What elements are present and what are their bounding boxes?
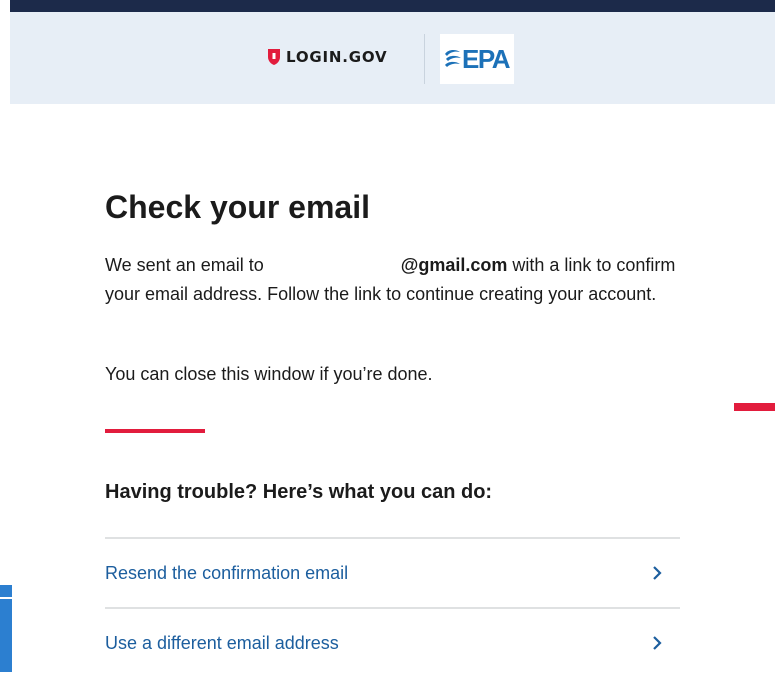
epa-flower-icon <box>445 49 461 67</box>
left-edge-window-divider <box>0 597 12 599</box>
shield-icon <box>268 49 280 65</box>
logo-divider <box>424 34 425 84</box>
epa-logo[interactable]: EPA <box>440 34 514 84</box>
epa-logo-text: EPA <box>462 44 511 74</box>
chevron-right-icon <box>653 566 662 580</box>
site-header <box>10 12 775 104</box>
side-accent-mark <box>734 403 775 411</box>
intro-prefix: We sent an email to <box>105 255 264 275</box>
redacted-email-user <box>269 270 401 271</box>
email-domain: @gmail.com <box>400 255 508 275</box>
accent-divider <box>105 429 205 433</box>
intro-text: We sent an email to @gmail.com with a li… <box>105 251 685 309</box>
option-label: Use a different email address <box>105 633 339 653</box>
chevron-right-icon <box>653 636 662 650</box>
trouble-heading: Having trouble? Here’s what you can do: <box>105 481 493 503</box>
resend-confirmation-link[interactable]: Resend the confirmation email <box>105 537 680 607</box>
login-gov-logo[interactable]: LOGIN.GOV <box>267 47 387 67</box>
login-gov-logo-text: LOGIN.GOV <box>286 48 388 66</box>
top-banner-bar <box>10 0 775 12</box>
page-title: Check your email <box>105 189 370 225</box>
close-window-note: You can close this window if you’re done… <box>105 364 433 384</box>
option-label: Resend the confirmation email <box>105 563 349 583</box>
trouble-options-list: Resend the confirmation email Use a diff… <box>105 537 680 677</box>
use-different-email-link[interactable]: Use a different email address <box>105 607 680 677</box>
